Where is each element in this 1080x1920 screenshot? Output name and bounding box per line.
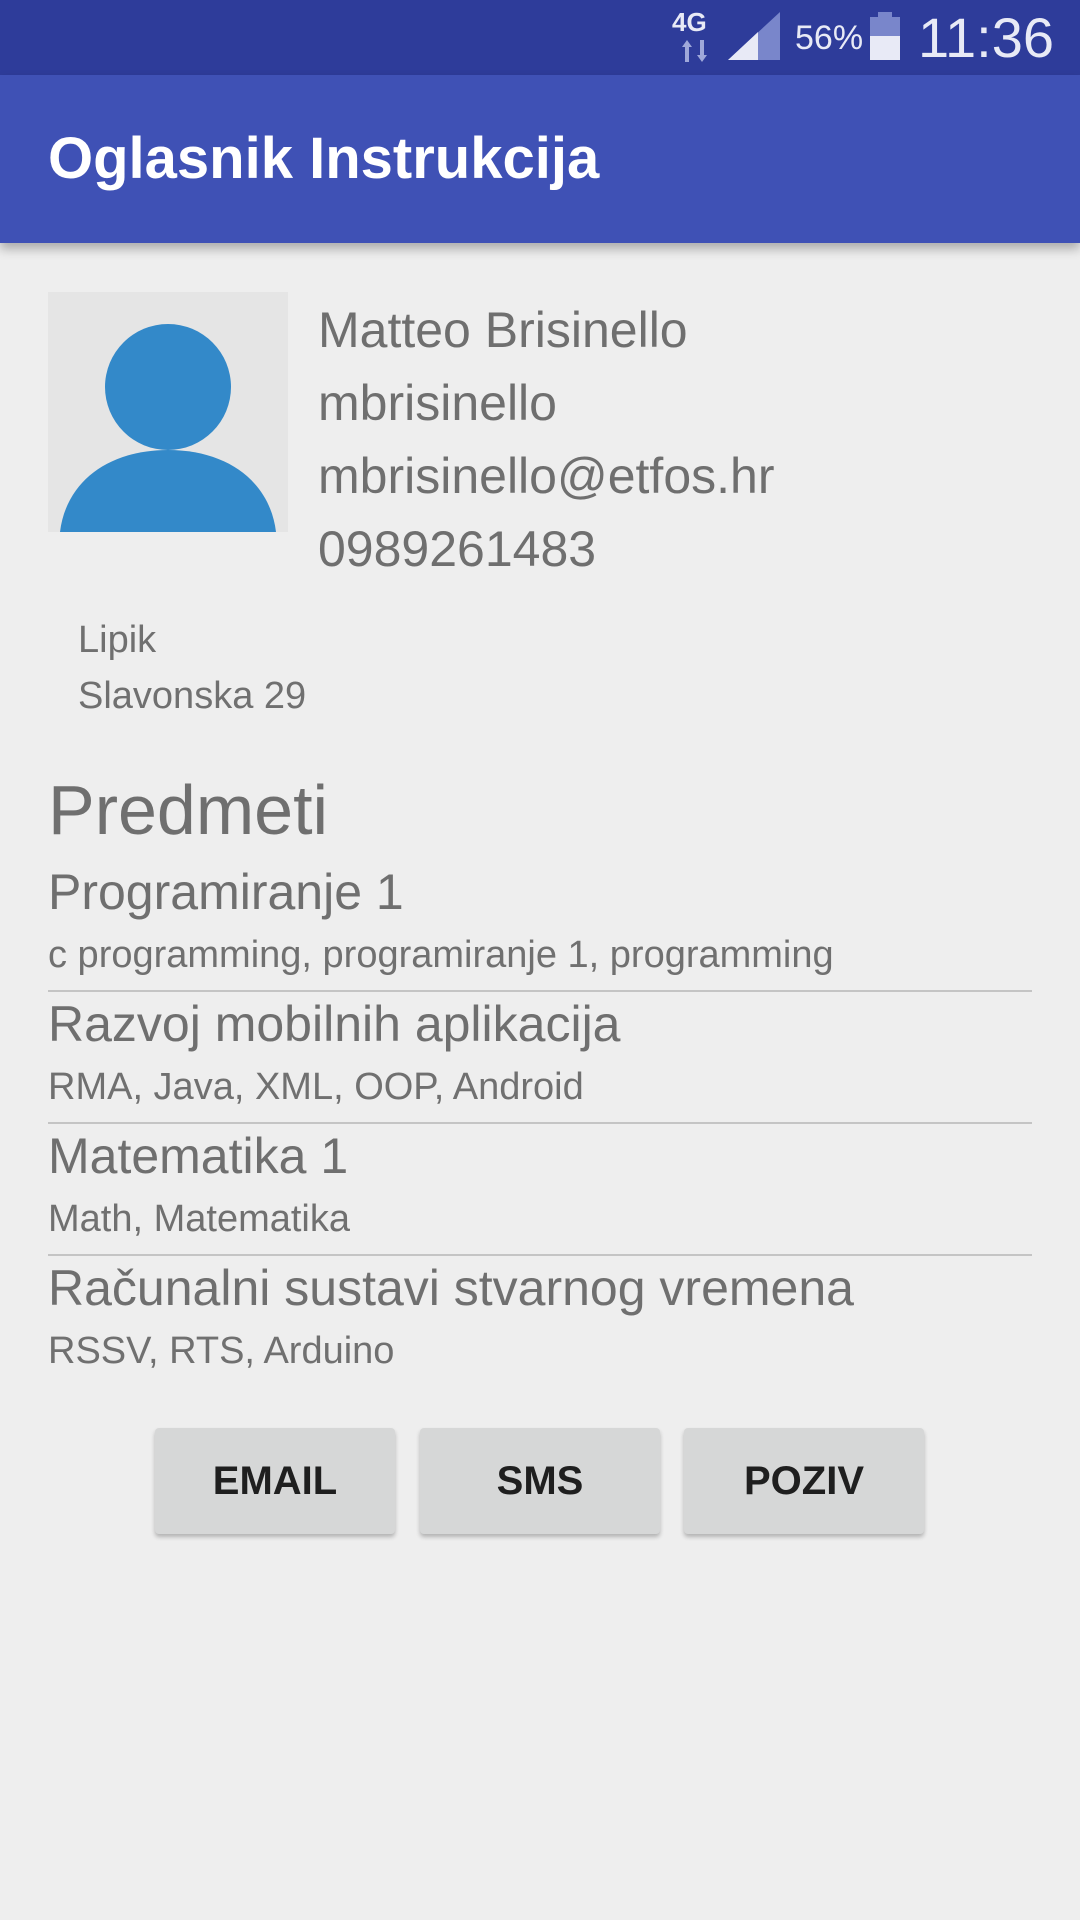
subject-name: Računalni sustavi stvarnog vremena: [48, 1260, 854, 1316]
profile-username: mbrisinello: [318, 375, 557, 431]
battery-icon: [870, 12, 900, 60]
app-bar: Oglasnik Instrukcija: [0, 75, 1080, 243]
call-button[interactable]: POZIV: [684, 1428, 924, 1534]
subject-name: Matematika 1: [48, 1128, 349, 1184]
contact-actions: EMAIL SMS POZIV: [155, 1428, 925, 1534]
profile-phone: 0989261483: [318, 521, 597, 577]
data-arrows-icon: [682, 40, 707, 62]
profile-name: Matteo Brisinello: [318, 302, 688, 358]
subjects-heading: Predmeti: [48, 771, 329, 849]
subject-tags: RSSV, RTS, Arduino: [48, 1330, 395, 1372]
subjects-list: Programiranje 1 c programming, programir…: [48, 860, 1032, 1388]
sms-button[interactable]: SMS: [420, 1428, 660, 1534]
list-item: Razvoj mobilnih aplikacija RMA, Java, XM…: [48, 992, 1032, 1124]
address-city: Lipik: [78, 619, 157, 661]
clock: 11:36: [918, 6, 1054, 69]
list-item: Računalni sustavi stvarnog vremena RSSV,…: [48, 1256, 1032, 1388]
network-type: 4G: [672, 7, 707, 37]
list-item: Matematika 1 Math, Matematika: [48, 1124, 1032, 1256]
status-bar: 4G 56% 11:36: [0, 0, 1080, 75]
battery-percent: 56%: [795, 19, 864, 57]
app-title: Oglasnik Instrukcija: [48, 126, 600, 191]
profile-email: mbrisinello@etfos.hr: [318, 448, 775, 504]
person-avatar-icon: [60, 324, 276, 532]
email-button[interactable]: EMAIL: [155, 1428, 395, 1534]
subject-tags: Math, Matematika: [48, 1198, 350, 1240]
profile-info: Matteo Brisinello mbrisinello mbrisinell…: [318, 294, 774, 586]
subject-name: Razvoj mobilnih aplikacija: [48, 996, 621, 1052]
profile-address: Lipik Slavonska 29: [78, 612, 306, 724]
subject-name: Programiranje 1: [48, 864, 404, 920]
avatar: [48, 292, 288, 532]
list-item: Programiranje 1 c programming, programir…: [48, 860, 1032, 992]
address-street: Slavonska 29: [78, 675, 307, 717]
signal-icon: [728, 12, 780, 60]
subject-tags: c programming, programiranje 1, programm…: [48, 934, 834, 976]
network-indicator: 4G: [672, 8, 716, 64]
subject-tags: RMA, Java, XML, OOP, Android: [48, 1066, 584, 1108]
